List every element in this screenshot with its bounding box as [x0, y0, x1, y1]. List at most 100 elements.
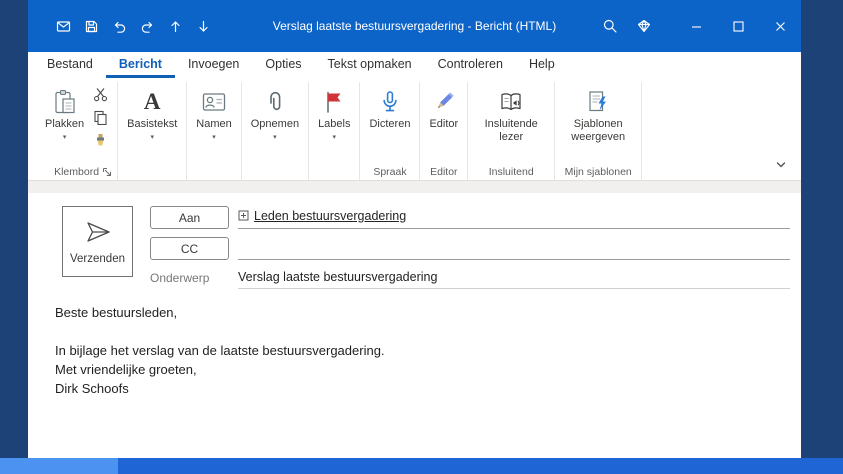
ribbon-tab-bar: Bestand Bericht Invoegen Opties Tekst op…	[28, 52, 801, 78]
labels-button[interactable]: Labels ▾	[314, 82, 354, 145]
subject-label: Onderwerp	[150, 271, 210, 285]
to-button[interactable]: Aan	[150, 206, 229, 229]
previous-item-icon	[171, 20, 180, 32]
search-button[interactable]	[593, 0, 627, 52]
ribbon-group-insluitend: Insluitende lezer Insluitend	[468, 82, 556, 180]
opnemen-button-label: Opnemen	[250, 118, 300, 130]
opnemen-button[interactable]: Opnemen ▾	[247, 82, 303, 145]
expand-group-button[interactable]	[238, 210, 249, 221]
templates-lightning-icon	[585, 85, 611, 118]
chevron-down-icon: ▾	[212, 133, 216, 141]
ribbon-group-spraak: Dicteren Spraak	[360, 82, 421, 180]
redo-button[interactable]	[140, 19, 155, 34]
collapse-ribbon-button[interactable]	[775, 159, 787, 171]
save-button[interactable]	[84, 19, 99, 34]
save-icon	[85, 20, 98, 32]
microphone-icon	[377, 85, 403, 118]
chevron-down-icon	[776, 162, 786, 168]
recipient-link[interactable]: Leden bestuursvergadering	[254, 209, 406, 223]
copy-button[interactable]	[90, 110, 110, 125]
tab-invoegen[interactable]: Invoegen	[175, 53, 252, 78]
quick-access-toolbar	[56, 19, 211, 34]
ribbon-group-klembord: Plakken ▾ Klembord	[36, 82, 119, 180]
insluitende-lezer-button-label: Insluitende lezer	[484, 118, 538, 143]
ribbon-group-opnemen: Opnemen ▾	[242, 82, 310, 180]
format-painter-icon	[96, 134, 104, 146]
dialog-launcher-button[interactable]	[102, 167, 112, 177]
tab-tekst-opmaken[interactable]: Tekst opmaken	[315, 53, 425, 78]
search-icon	[603, 19, 617, 33]
editor-button-label: Editor	[429, 118, 459, 130]
paste-button-label: Plakken	[45, 118, 85, 130]
undo-button[interactable]	[112, 19, 127, 34]
ribbon-group-namen: Namen ▾	[187, 82, 242, 180]
next-item-icon	[199, 20, 208, 32]
compose-area: Verzenden Aan CC Leden bestuursvergaderi…	[28, 193, 801, 458]
minimize-button[interactable]	[675, 0, 717, 52]
chevron-down-icon: ▾	[273, 133, 277, 141]
paste-button[interactable]: Plakken ▾	[41, 82, 88, 145]
body-line: In bijlage het verslag van de laatste be…	[55, 343, 385, 358]
ribbon-group-basistekst: A Basistekst ▾	[118, 82, 188, 180]
ribbon-group-labels: Labels ▾	[309, 82, 361, 180]
send-button[interactable]: Verzenden	[62, 206, 133, 277]
message-body[interactable]: Beste bestuursleden, In bijlage het vers…	[55, 303, 771, 398]
close-button[interactable]	[759, 0, 801, 52]
bottom-bar	[0, 458, 843, 474]
close-icon	[775, 21, 785, 31]
basistekst-button-label: Basistekst	[127, 118, 178, 130]
copy-icon	[94, 110, 107, 125]
tab-bestand[interactable]: Bestand	[34, 53, 106, 78]
body-line: Beste bestuursleden,	[55, 305, 178, 320]
labels-button-label: Labels	[318, 118, 351, 130]
group-label-spraak: Spraak	[373, 165, 407, 178]
bottom-bar-highlight	[0, 458, 118, 474]
tab-bericht[interactable]: Bericht	[105, 53, 175, 78]
insluitende-lezer-button[interactable]: Insluitende lezer	[473, 82, 549, 146]
next-item-button[interactable]	[196, 19, 211, 34]
gem-icon	[637, 19, 651, 33]
gem-button[interactable]	[627, 0, 661, 52]
editor-pencil-icon	[431, 85, 457, 118]
cc-button[interactable]: CC	[150, 237, 229, 260]
body-line	[55, 322, 771, 341]
namen-button-label: Namen	[196, 118, 232, 130]
maximize-button[interactable]	[717, 0, 759, 52]
cut-icon	[93, 88, 107, 102]
dicteren-button[interactable]: Dicteren	[365, 82, 414, 134]
contact-card-icon	[201, 85, 227, 118]
group-label-insluitend: Insluitend	[488, 165, 534, 178]
chevron-down-icon: ▾	[62, 133, 67, 141]
subject-value: Verslag laatste bestuursvergadering	[238, 269, 438, 284]
send-plane-icon	[86, 222, 110, 242]
clipboard-paste-icon	[51, 85, 79, 118]
cc-field[interactable]	[238, 234, 790, 260]
redo-icon	[141, 21, 153, 33]
tab-opties[interactable]: Opties	[252, 53, 314, 78]
body-line: Dirk Schoofs	[55, 381, 129, 396]
subject-field[interactable]: Verslag laatste bestuursvergadering	[238, 265, 790, 289]
flag-icon	[321, 85, 347, 118]
message-icon	[56, 19, 71, 34]
ribbon-group-mijn-sjablonen: Sjablonen weergeven Mijn sjablonen	[555, 82, 643, 180]
tab-controleren[interactable]: Controleren	[425, 53, 516, 78]
sjablonen-weergeven-button-label: Sjablonen weergeven	[571, 118, 626, 143]
previous-item-button[interactable]	[168, 19, 183, 34]
maximize-icon	[732, 20, 744, 32]
tab-help[interactable]: Help	[516, 53, 568, 78]
body-line: Met vriendelijke groeten,	[55, 362, 197, 377]
expand-group-icon	[238, 210, 249, 221]
group-label-editor: Editor	[430, 165, 458, 178]
group-label-klembord: Klembord	[54, 165, 100, 178]
outlook-message-window: Verslag laatste bestuursvergadering - Be…	[28, 0, 801, 458]
format-painter-button[interactable]	[90, 133, 110, 148]
editor-button[interactable]: Editor	[425, 82, 462, 134]
sjablonen-weergeven-button[interactable]: Sjablonen weergeven	[560, 82, 636, 146]
basistekst-button[interactable]: A Basistekst ▾	[123, 82, 181, 145]
to-field[interactable]: Leden bestuursvergadering	[238, 203, 790, 229]
namen-button[interactable]: Namen ▾	[192, 82, 235, 145]
chevron-down-icon: ▾	[150, 133, 154, 141]
clipboard-small-buttons	[88, 82, 112, 148]
cut-button[interactable]	[90, 87, 110, 102]
titlebar: Verslag laatste bestuursvergadering - Be…	[28, 0, 801, 52]
